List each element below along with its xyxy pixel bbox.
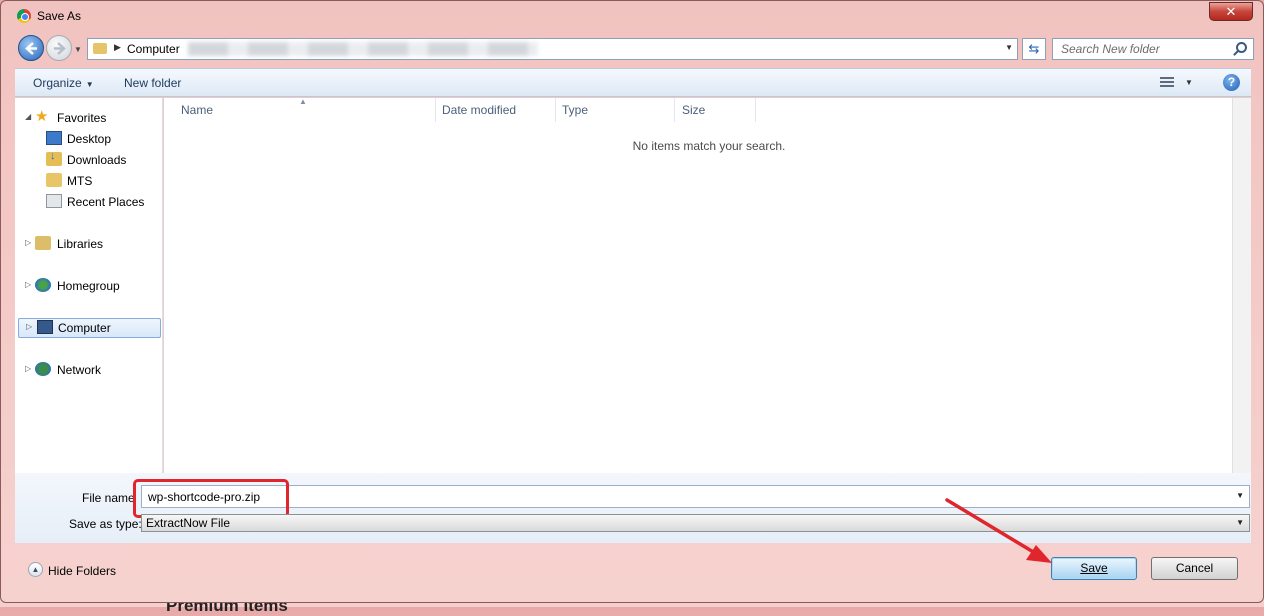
collapsed-icon[interactable]: ▷	[25, 364, 31, 373]
nav-computer-label: Computer	[58, 321, 111, 335]
column-header-size[interactable]: Size	[682, 103, 705, 117]
blurred-path	[188, 42, 538, 56]
organize-label: Organize	[33, 76, 82, 90]
nav-mts[interactable]: MTS	[46, 172, 156, 190]
nav-recent-places-label: Recent Places	[67, 195, 145, 209]
title-bar: Save As ✕	[1, 1, 1263, 33]
column-header-type[interactable]: Type	[562, 103, 588, 117]
network-icon	[35, 362, 51, 376]
nav-favorites[interactable]: ◢ ★ Favorites	[25, 109, 155, 127]
column-header-name[interactable]: Name	[181, 103, 213, 117]
command-toolbar: Organize ▼ New folder ▼ ?	[15, 68, 1251, 97]
search-input[interactable]	[1059, 41, 1229, 57]
vertical-scrollbar[interactable]	[1232, 98, 1251, 473]
nav-mts-label: MTS	[67, 174, 93, 188]
close-icon: ✕	[1225, 4, 1237, 19]
refresh-icon: ⇆	[1028, 41, 1040, 56]
chrome-icon	[17, 9, 31, 23]
breadcrumb-computer[interactable]: Computer	[127, 42, 180, 56]
expanded-icon[interactable]: ◢	[25, 112, 31, 121]
nav-homegroup[interactable]: ▷ Homegroup	[25, 277, 155, 295]
chevron-down-icon: ▼	[85, 80, 94, 89]
file-name-input[interactable]	[146, 489, 1226, 505]
desktop-icon	[46, 131, 62, 145]
help-icon[interactable]: ?	[1223, 74, 1240, 91]
nav-libraries[interactable]: ▷ Libraries	[25, 235, 155, 253]
refresh-button[interactable]: ⇆	[1022, 38, 1046, 60]
file-name-label: File name	[82, 491, 135, 505]
window-title: Save As	[37, 9, 82, 23]
navigation-pane: ◢ ★ Favorites Desktop Downloads MTS Rece…	[15, 98, 163, 473]
address-dropdown-icon[interactable]: ▼	[1005, 43, 1013, 52]
back-arrow-icon	[25, 42, 37, 55]
chevron-down-icon[interactable]: ▼	[1236, 518, 1244, 527]
collapsed-icon[interactable]: ▷	[25, 280, 31, 289]
file-name-field[interactable]: ▼	[141, 485, 1250, 508]
column-divider[interactable]	[435, 98, 436, 122]
save-button[interactable]: Save	[1051, 557, 1137, 580]
column-divider[interactable]	[555, 98, 556, 122]
column-divider[interactable]	[674, 98, 675, 122]
homegroup-icon	[35, 278, 51, 292]
nav-network[interactable]: ▷ Network	[25, 361, 155, 379]
forward-arrow-icon	[54, 42, 66, 55]
recent-places-icon	[46, 194, 62, 208]
breadcrumb-arrow-icon[interactable]: ▶	[114, 42, 121, 53]
save-type-value: ExtractNow File	[146, 516, 231, 530]
nav-network-label: Network	[57, 363, 102, 377]
recent-locations-dropdown[interactable]: ▼	[74, 45, 82, 54]
folder-icon	[93, 43, 107, 54]
new-folder-button[interactable]: New folder	[124, 76, 181, 90]
column-divider[interactable]	[755, 98, 756, 122]
nav-libraries-label: Libraries	[57, 237, 104, 251]
nav-desktop[interactable]: Desktop	[46, 130, 156, 148]
address-bar[interactable]: ▶ Computer ▼	[87, 38, 1018, 60]
nav-favorites-label: Favorites	[57, 111, 107, 125]
downloads-icon	[46, 150, 62, 166]
nav-homegroup-label: Homegroup	[57, 279, 120, 293]
nav-recent-places[interactable]: Recent Places	[46, 193, 158, 211]
view-options-icon[interactable]	[1160, 77, 1174, 89]
save-button-label: Save	[1080, 561, 1108, 575]
organize-button[interactable]: Organize ▼	[33, 76, 94, 90]
folder-icon	[46, 173, 62, 187]
forward-button[interactable]	[46, 35, 72, 61]
search-icon[interactable]	[1236, 42, 1247, 53]
nav-downloads[interactable]: Downloads	[46, 150, 156, 169]
close-button[interactable]: ✕	[1209, 2, 1253, 21]
star-icon: ★	[35, 108, 49, 125]
save-type-select[interactable]: ExtractNow File ▼	[141, 514, 1250, 532]
nav-downloads-label: Downloads	[67, 153, 127, 167]
nav-computer[interactable]: ▷ Computer	[18, 318, 161, 338]
chevron-down-icon[interactable]: ▼	[1236, 491, 1244, 500]
column-header-date-modified[interactable]: Date modified	[442, 103, 516, 117]
save-as-dialog: Save As ✕ ▼ ▶ Computer ▼ ⇆ Organize▼ New…	[0, 0, 1264, 603]
file-list[interactable]: Name ▲ Date modified Type Size No items …	[164, 97, 1232, 473]
save-type-label: Save as type:	[69, 517, 142, 531]
highlight-box	[133, 479, 289, 518]
sort-ascending-icon: ▲	[299, 97, 307, 106]
computer-icon	[37, 320, 53, 334]
cancel-button[interactable]: Cancel	[1151, 557, 1238, 580]
nav-desktop-label: Desktop	[67, 132, 112, 146]
view-dropdown-icon[interactable]: ▼	[1185, 78, 1193, 87]
search-box[interactable]	[1052, 38, 1254, 60]
back-button[interactable]	[18, 35, 44, 61]
libraries-icon	[35, 236, 51, 250]
collapsed-icon[interactable]: ▷	[26, 322, 32, 331]
collapse-icon: ▲	[28, 562, 43, 577]
cancel-button-label: Cancel	[1175, 561, 1214, 575]
collapsed-icon[interactable]: ▷	[25, 238, 31, 247]
hide-folders-label: Hide Folders	[48, 564, 117, 578]
empty-message: No items match your search.	[632, 139, 786, 153]
